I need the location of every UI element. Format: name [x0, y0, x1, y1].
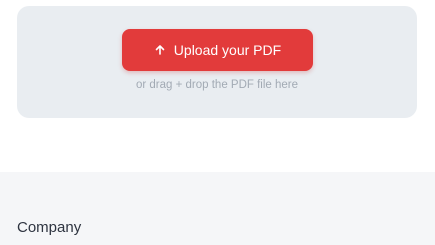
upload-pdf-button[interactable]: Upload your PDF [122, 29, 313, 71]
upload-hint-text: or drag + drop the PDF file here [135, 79, 299, 91]
upload-dropzone[interactable]: Upload your PDF or drag + drop the PDF f… [17, 6, 417, 118]
upload-icon [154, 44, 166, 56]
page: Upload your PDF or drag + drop the PDF f… [0, 0, 435, 245]
upload-button-label: Upload your PDF [173, 42, 282, 58]
footer-heading-company: Company [17, 219, 82, 236]
footer: Company [0, 172, 435, 245]
